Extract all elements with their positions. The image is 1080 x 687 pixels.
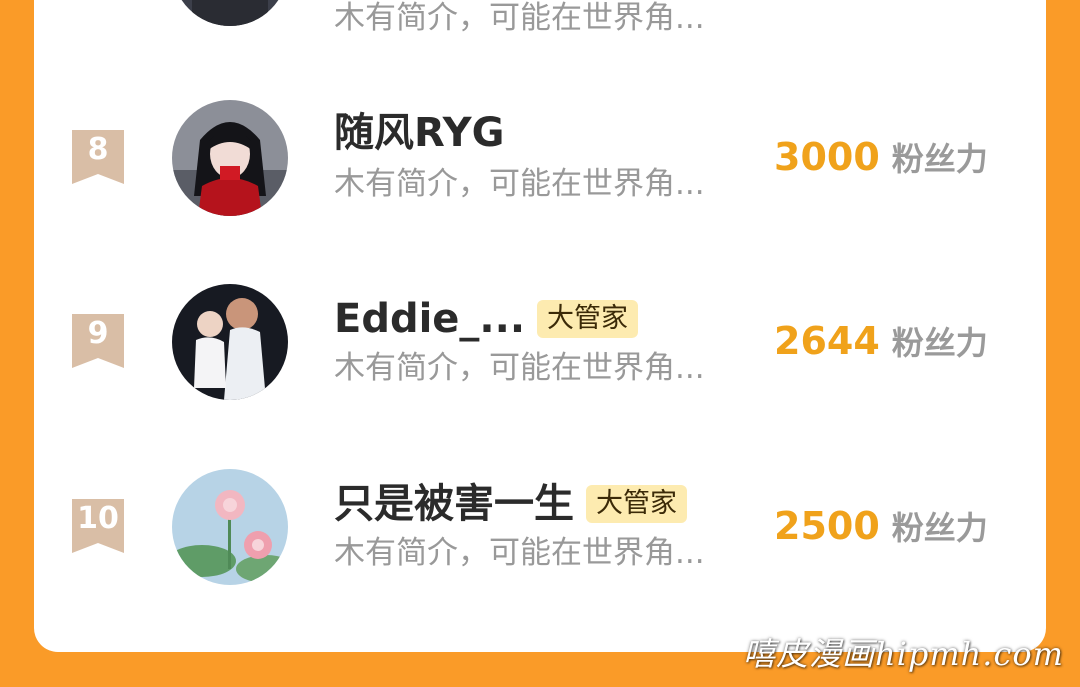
fan-power: 3000 粉丝力 <box>774 134 988 182</box>
fan-power-value: 2500 <box>774 504 880 548</box>
ranking-row[interactable]: 10 只是被害一生 大管家 木有简介，可能在世界角... 2500 粉丝力 <box>0 467 1080 587</box>
ranking-row-partial[interactable]: 木有简介，可能在世界角... <box>0 0 1080 36</box>
fan-power-value: 2644 <box>774 319 880 363</box>
fan-power-unit: 粉丝力 <box>891 324 988 362</box>
user-name-line: 只是被害一生 大管家 <box>334 479 687 529</box>
user-name[interactable]: 随风RYG <box>334 108 504 158</box>
fan-power-unit: 粉丝力 <box>891 509 988 547</box>
user-intro: 木有简介，可能在世界角... <box>334 166 705 202</box>
rank-number: 10 <box>77 501 119 536</box>
rank-ribbon: 9 <box>72 314 124 368</box>
user-name-line: Eddie_... 大管家 <box>334 294 639 344</box>
rank-number: 9 <box>87 316 109 351</box>
steward-badge: 大管家 <box>537 300 639 338</box>
rank-number: 8 <box>87 132 109 167</box>
user-name[interactable]: 只是被害一生 <box>334 479 574 529</box>
rank-ribbon: 8 <box>72 130 124 184</box>
fan-power-unit: 粉丝力 <box>891 140 988 178</box>
user-avatar[interactable] <box>172 284 288 400</box>
user-intro: 木有简介，可能在世界角... <box>334 535 705 571</box>
user-intro: 木有简介，可能在世界角... <box>334 350 705 386</box>
user-avatar[interactable] <box>172 469 288 585</box>
rank-ribbon: 10 <box>72 499 124 553</box>
user-avatar[interactable] <box>172 0 288 26</box>
watermark: 嘻皮漫画hipmh.com <box>743 635 1064 673</box>
user-name[interactable]: Eddie_... <box>334 294 525 344</box>
fan-power-value: 3000 <box>774 135 880 179</box>
fan-power: 2644 粉丝力 <box>774 318 988 366</box>
steward-badge: 大管家 <box>586 485 687 523</box>
user-avatar[interactable] <box>172 100 288 216</box>
user-name-line: 随风RYG <box>334 108 504 158</box>
fan-power: 2500 粉丝力 <box>774 503 988 551</box>
ranking-row[interactable]: 8 随风RYG 木有简介，可能在世界角... 3000 粉丝力 <box>0 98 1080 218</box>
ranking-row[interactable]: 9 Eddie_... 大管家 木有简介，可能在世界角... 2644 粉丝力 <box>0 282 1080 402</box>
user-intro: 木有简介，可能在世界角... <box>334 0 705 36</box>
